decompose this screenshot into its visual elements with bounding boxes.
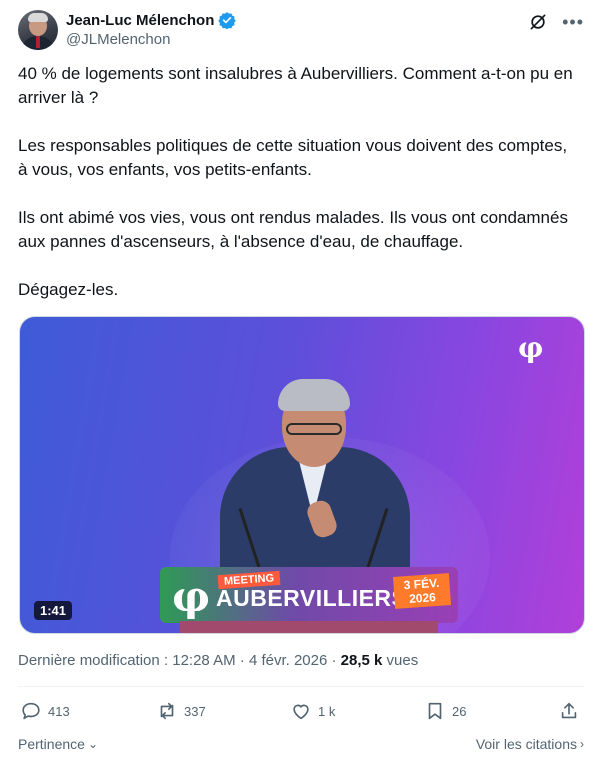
- share-icon: [561, 702, 577, 719]
- bookmark-button[interactable]: 26: [424, 700, 466, 722]
- view-quotes-link[interactable]: Voir les citations ›: [476, 736, 584, 752]
- svg-text:φ: φ: [172, 572, 210, 619]
- views-label: vues: [382, 652, 419, 669]
- podium-date: 3 FÉV. 2026: [392, 573, 452, 609]
- video-duration: 1:41: [34, 601, 73, 620]
- tweet-text: 40 % de logements sont insalubres à Aube…: [18, 62, 578, 326]
- more-options-icon[interactable]: •••: [562, 13, 584, 31]
- tweet-paragraph: 40 % de logements sont insalubres à Aube…: [18, 64, 573, 107]
- podium-date-line2: 2026: [408, 590, 437, 606]
- bookmark-count: 26: [452, 703, 467, 719]
- reply-icon: [22, 702, 40, 720]
- replies-footer: Pertinence ⌄ Voir les citations ›: [18, 736, 584, 756]
- tweet-meta: Dernière modification : 12:28 AM · 4 fév…: [18, 652, 418, 669]
- views-count: 28,5 k: [340, 652, 383, 669]
- top-actions: •••: [528, 12, 584, 32]
- author-handle[interactable]: @JLMelenchon: [66, 31, 170, 48]
- heart-icon: [293, 704, 309, 720]
- tweet-paragraph: Les responsables politiques de cette sit…: [18, 136, 568, 179]
- tweet-paragraph: Ils ont abimé vos vies, vous ont rendus …: [18, 208, 568, 251]
- la-france-insoumise-logo: φ: [518, 331, 543, 364]
- action-bar: 413 337 1 k 26: [18, 700, 584, 728]
- podium-city: AUBERVILLIERS: [216, 585, 408, 611]
- sort-label: Pertinence: [18, 736, 85, 752]
- speaker-hair: [278, 379, 350, 411]
- phi-logo-icon: φ: [172, 572, 210, 619]
- repost-icon: [160, 702, 174, 720]
- repost-button[interactable]: 337: [156, 700, 206, 722]
- chevron-right-icon: ›: [580, 737, 584, 751]
- author-name-row: Jean-Luc Mélenchon: [66, 11, 237, 29]
- tweet-header: Jean-Luc Mélenchon @JLMelenchon •••: [18, 10, 584, 50]
- verified-badge-icon: [218, 12, 237, 29]
- podium-banner: φ MEETING AUBERVILLIERS 3 FÉV. 2026: [160, 567, 458, 623]
- repost-count: 337: [184, 703, 206, 719]
- like-button[interactable]: 1 k: [290, 700, 335, 722]
- chevron-down-icon: ⌄: [87, 737, 98, 751]
- like-count: 1 k: [318, 703, 336, 719]
- author-display-name[interactable]: Jean-Luc Mélenchon: [66, 12, 214, 29]
- reply-button[interactable]: 413: [20, 700, 70, 722]
- timestamp[interactable]: Dernière modification : 12:28 AM · 4 fév…: [18, 652, 341, 669]
- avatar[interactable]: [18, 10, 58, 50]
- svg-text:φ: φ: [518, 331, 543, 364]
- speaker-glasses: [286, 423, 342, 435]
- bookmark-icon: [428, 702, 442, 720]
- quotes-label: Voir les citations: [475, 736, 577, 752]
- grok-icon[interactable]: [528, 12, 548, 32]
- sort-dropdown[interactable]: Pertinence ⌄: [18, 736, 98, 752]
- tweet-paragraph: Dégagez-les.: [18, 280, 119, 299]
- reply-count: 413: [48, 703, 70, 719]
- video-player[interactable]: φ φ MEETING AUBERVILLIERS 3 FÉV. 2026 1:…: [19, 316, 585, 634]
- divider: [18, 686, 584, 687]
- share-button[interactable]: [558, 700, 586, 722]
- podium-base: [180, 621, 438, 633]
